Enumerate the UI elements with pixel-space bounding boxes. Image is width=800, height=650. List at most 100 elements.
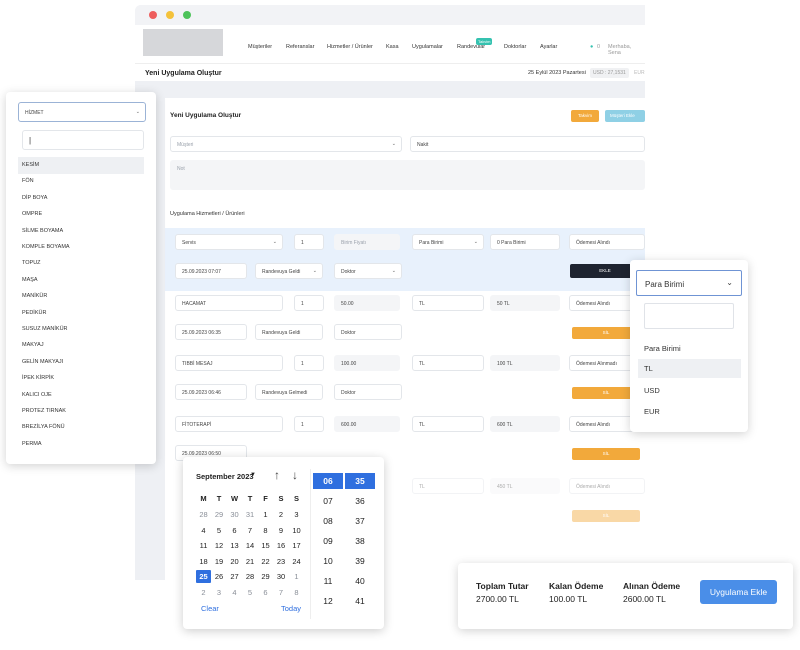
currency-option-eur[interactable]: EUR (644, 407, 660, 416)
currency-option-placeholder[interactable]: Para Birimi (644, 344, 681, 353)
calendar-day[interactable]: 26 (212, 572, 227, 581)
calendar-day[interactable]: 10 (289, 526, 304, 535)
caret-down-icon[interactable]: ▼ (250, 472, 256, 478)
calendar-day[interactable]: 3 (289, 510, 304, 519)
calendar-day[interactable]: 27 (227, 572, 242, 581)
service-option[interactable]: DİP BOYA (22, 195, 47, 201)
calendar-day[interactable]: 15 (258, 541, 273, 550)
calendar-day[interactable]: 24 (289, 557, 304, 566)
arrow-up-icon[interactable]: ↑ (274, 468, 280, 482)
payment-type-select[interactable]: Nakit (410, 136, 645, 152)
qty-input[interactable]: 1 (294, 234, 324, 250)
service-option[interactable]: PROTEZ TIRNAK (22, 408, 66, 414)
unit-price-input[interactable]: Birim Fiyatı (334, 234, 400, 250)
row-service-select[interactable]: FİTOTERAPİ (175, 416, 283, 432)
hour-option-selected[interactable]: 06 (313, 473, 343, 489)
nav-uygulamalar[interactable]: Uygulamalar (412, 44, 443, 50)
minute-option[interactable]: 41 (345, 593, 375, 609)
hour-option[interactable]: 07 (313, 493, 343, 509)
calendar-day[interactable]: 8 (258, 526, 273, 535)
service-option[interactable]: PERMA (22, 441, 42, 447)
nav-musteriler[interactable]: Müşteriler (248, 44, 272, 50)
nav-referanslar[interactable]: Referanslar (286, 44, 314, 50)
service-option[interactable]: KESİM (22, 162, 39, 168)
service-option[interactable]: SUSUZ MANİKÜR (22, 326, 68, 332)
minute-option[interactable]: 37 (345, 513, 375, 529)
service-option[interactable]: PEDİKÜR (22, 310, 46, 316)
calendar-day[interactable]: 30 (274, 572, 289, 581)
calendar-day[interactable]: 7 (274, 588, 289, 597)
calendar-day-selected[interactable]: 25 (196, 570, 211, 583)
bell-icon[interactable]: ● (590, 44, 593, 50)
currency-select[interactable]: Para Birimi ⌄ (412, 234, 484, 250)
currency-dropdown-select[interactable]: Para Birimi ⌄ (636, 270, 742, 296)
calendar-day[interactable]: 30 (227, 510, 242, 519)
row-service-select[interactable]: HACAMAT (175, 295, 283, 311)
arrow-down-icon[interactable]: ↓ (292, 468, 298, 482)
row-price-input[interactable]: 50.00 (334, 295, 400, 311)
row-currency-select[interactable]: TL (412, 295, 484, 311)
hour-option[interactable]: 12 (313, 593, 343, 609)
service-option[interactable]: GELİN MAKYAJI (22, 359, 63, 365)
row-datetime-input[interactable]: 25.09.2023 06:46 (175, 384, 247, 400)
calendar-day[interactable]: 7 (243, 526, 258, 535)
takvim-button[interactable]: Takvim (571, 110, 599, 122)
row-doctor-select[interactable]: Doktor (334, 384, 402, 400)
currency-search-input[interactable] (644, 303, 734, 329)
calendar-day[interactable]: 6 (227, 526, 242, 535)
calendar-day[interactable]: 29 (212, 510, 227, 519)
row-currency-select[interactable]: TL (412, 355, 484, 371)
minute-option-selected[interactable]: 35 (345, 473, 375, 489)
calendar-day[interactable]: 18 (196, 557, 211, 566)
datetime-input[interactable]: 25.09.2023 07:07 (175, 263, 247, 279)
service-type-select[interactable]: HİZMET ⌄ (18, 102, 146, 122)
today-button[interactable]: Today (281, 604, 301, 613)
row-qty-input[interactable]: 1 (294, 416, 324, 432)
hour-option[interactable]: 10 (313, 553, 343, 569)
calendar-day[interactable]: 23 (274, 557, 289, 566)
add-application-button[interactable]: Uygulama Ekle (700, 580, 777, 604)
user-greeting[interactable]: Merhaba, Sena (608, 44, 645, 56)
row-attendance-select[interactable]: Randevuya Geldi (255, 324, 323, 340)
calendar-day[interactable]: 17 (289, 541, 304, 550)
minute-option[interactable]: 38 (345, 533, 375, 549)
calendar-day[interactable]: 2 (196, 588, 211, 597)
nav-hizmetler[interactable]: Hizmetler / Ürünler (327, 44, 373, 50)
doctor-select[interactable]: Doktor ⌄ (334, 263, 402, 279)
row-doctor-select[interactable]: Doktor (334, 324, 402, 340)
calendar-day[interactable]: 19 (212, 557, 227, 566)
service-option[interactable]: BREZİLYA FÖNÜ (22, 424, 65, 430)
row-service-select[interactable]: TIBBİ MESAJ (175, 355, 283, 371)
calendar-day[interactable]: 29 (258, 572, 273, 581)
row-price-input[interactable]: 100.00 (334, 355, 400, 371)
musteri-ekle-button[interactable]: Müşteri Ekle (605, 110, 645, 122)
minute-option[interactable]: 39 (345, 553, 375, 569)
service-option[interactable]: MANİKÜR (22, 293, 47, 299)
service-option[interactable]: SİLME BOYAMA (22, 228, 63, 234)
close-dot-icon[interactable] (149, 11, 157, 19)
nav-kasa[interactable]: Kasa (386, 44, 399, 50)
calendar-day[interactable]: 1 (289, 572, 304, 581)
attendance-select[interactable]: Randevuya Geldi ⌄ (255, 263, 323, 279)
calendar-day[interactable]: 4 (227, 588, 242, 597)
currency-option-tl[interactable]: TL (644, 364, 653, 373)
maximize-dot-icon[interactable] (183, 11, 191, 19)
minute-option[interactable]: 40 (345, 573, 375, 589)
service-option[interactable]: FÖN (22, 178, 34, 184)
calendar-day[interactable]: 3 (212, 588, 227, 597)
minute-option[interactable]: 36 (345, 493, 375, 509)
row-datetime-input[interactable]: 25.09.2023 06:35 (175, 324, 247, 340)
hour-option[interactable]: 11 (313, 573, 343, 589)
hour-option[interactable]: 09 (313, 533, 343, 549)
calendar-day[interactable]: 28 (196, 510, 211, 519)
calendar-day[interactable]: 8 (289, 588, 304, 597)
calendar-day[interactable]: 11 (196, 541, 211, 550)
row-attendance-select[interactable]: Randevuya Gelmedi (255, 384, 323, 400)
calendar-day[interactable]: 1 (258, 510, 273, 519)
calendar-day[interactable]: 9 (274, 526, 289, 535)
row-currency-select[interactable]: TL (412, 416, 484, 432)
service-option[interactable]: KOMPLE BOYAMA (22, 244, 70, 250)
minimize-dot-icon[interactable] (166, 11, 174, 19)
calendar-day[interactable]: 31 (243, 510, 258, 519)
calendar-day[interactable]: 28 (243, 572, 258, 581)
